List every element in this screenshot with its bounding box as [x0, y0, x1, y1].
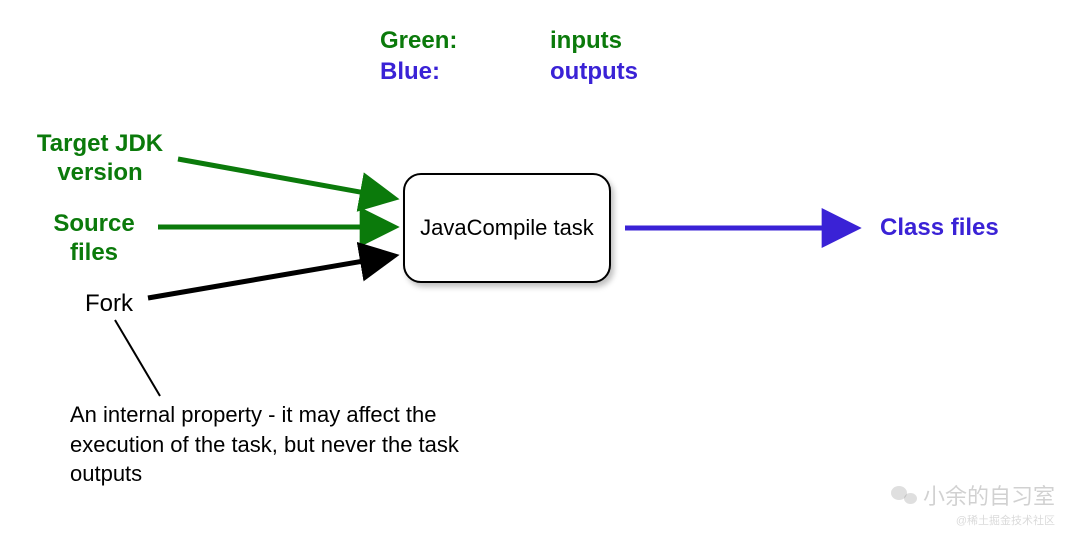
watermark: 小余的自习室: [891, 479, 1055, 511]
task-label: JavaCompile task: [420, 214, 594, 243]
task-box: JavaCompile task: [403, 173, 611, 283]
input-source-files-label: Source files: [44, 210, 144, 268]
arrow-fork: [148, 256, 393, 298]
legend: Green: inputs Blue: outputs: [380, 25, 638, 87]
output-class-files-label: Class files: [880, 214, 999, 242]
input-target-jdk-label: Target JDK version: [30, 130, 170, 188]
input-fork-label: Fork: [85, 290, 133, 319]
fork-note: An internal property - it may affect the…: [70, 400, 490, 489]
wechat-icon: [891, 484, 917, 506]
watermark-text: 小余的自习室: [923, 479, 1055, 511]
arrow-target-jdk: [178, 159, 393, 198]
legend-blue-label: Blue:: [380, 56, 550, 87]
legend-green-value: inputs: [550, 25, 622, 56]
sub-watermark: @稀土掘金技术社区: [956, 512, 1055, 528]
connector-fork-note: [115, 320, 160, 396]
legend-blue-value: outputs: [550, 56, 638, 87]
legend-green-label: Green:: [380, 25, 550, 56]
